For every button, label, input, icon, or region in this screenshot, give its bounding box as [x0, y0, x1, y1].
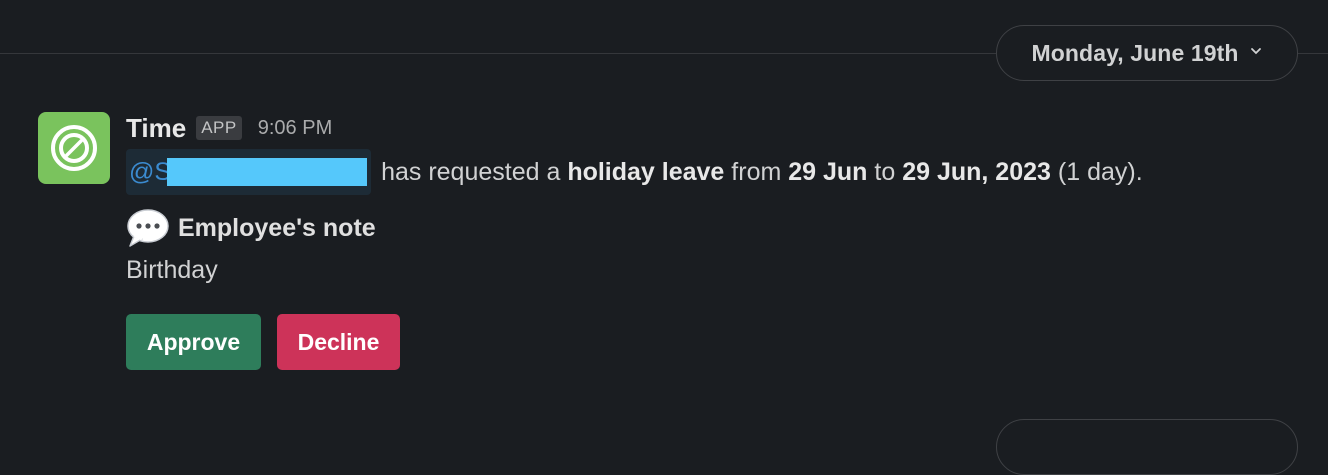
- message-header: Time APP 9:06 PM: [126, 108, 1306, 148]
- text-part1: has requested a: [381, 157, 561, 186]
- date-jump-button-next[interactable]: [996, 419, 1298, 475]
- date-jump-button[interactable]: Monday, June 19th: [996, 25, 1298, 81]
- app-badge: APP: [196, 116, 242, 140]
- start-date: 29 Jun: [788, 157, 868, 186]
- action-buttons: Approve Decline: [126, 314, 1306, 370]
- approve-button[interactable]: Approve: [126, 314, 261, 370]
- time-app-logo-icon: [51, 125, 97, 171]
- date-label: Monday, June 19th: [1031, 39, 1239, 66]
- note-body: Birthday: [126, 255, 218, 284]
- text-part3: to: [874, 157, 896, 186]
- decline-button[interactable]: Decline: [277, 314, 400, 370]
- note-title: Employee's note: [178, 213, 376, 242]
- end-date: 29 Jun, 2023: [902, 157, 1051, 186]
- avatar[interactable]: [38, 112, 110, 184]
- speech-bubble-icon: [126, 208, 170, 248]
- redacted-username: [167, 158, 368, 186]
- user-mention[interactable]: @S: [126, 149, 372, 195]
- message: Time APP 9:06 PM @S has requested a holi…: [126, 108, 1306, 370]
- text-part2: from: [731, 157, 782, 186]
- sender-name[interactable]: Time: [126, 113, 186, 144]
- chevron-down-icon: [1249, 43, 1263, 59]
- duration: (1 day).: [1057, 157, 1143, 186]
- message-text: @S has requested a holiday leave from 29…: [126, 149, 1306, 195]
- mention-text: @S: [129, 157, 172, 186]
- leave-type: holiday leave: [567, 157, 725, 186]
- timestamp[interactable]: 9:06 PM: [258, 117, 332, 140]
- note-heading: Employee's note: [126, 208, 1306, 248]
